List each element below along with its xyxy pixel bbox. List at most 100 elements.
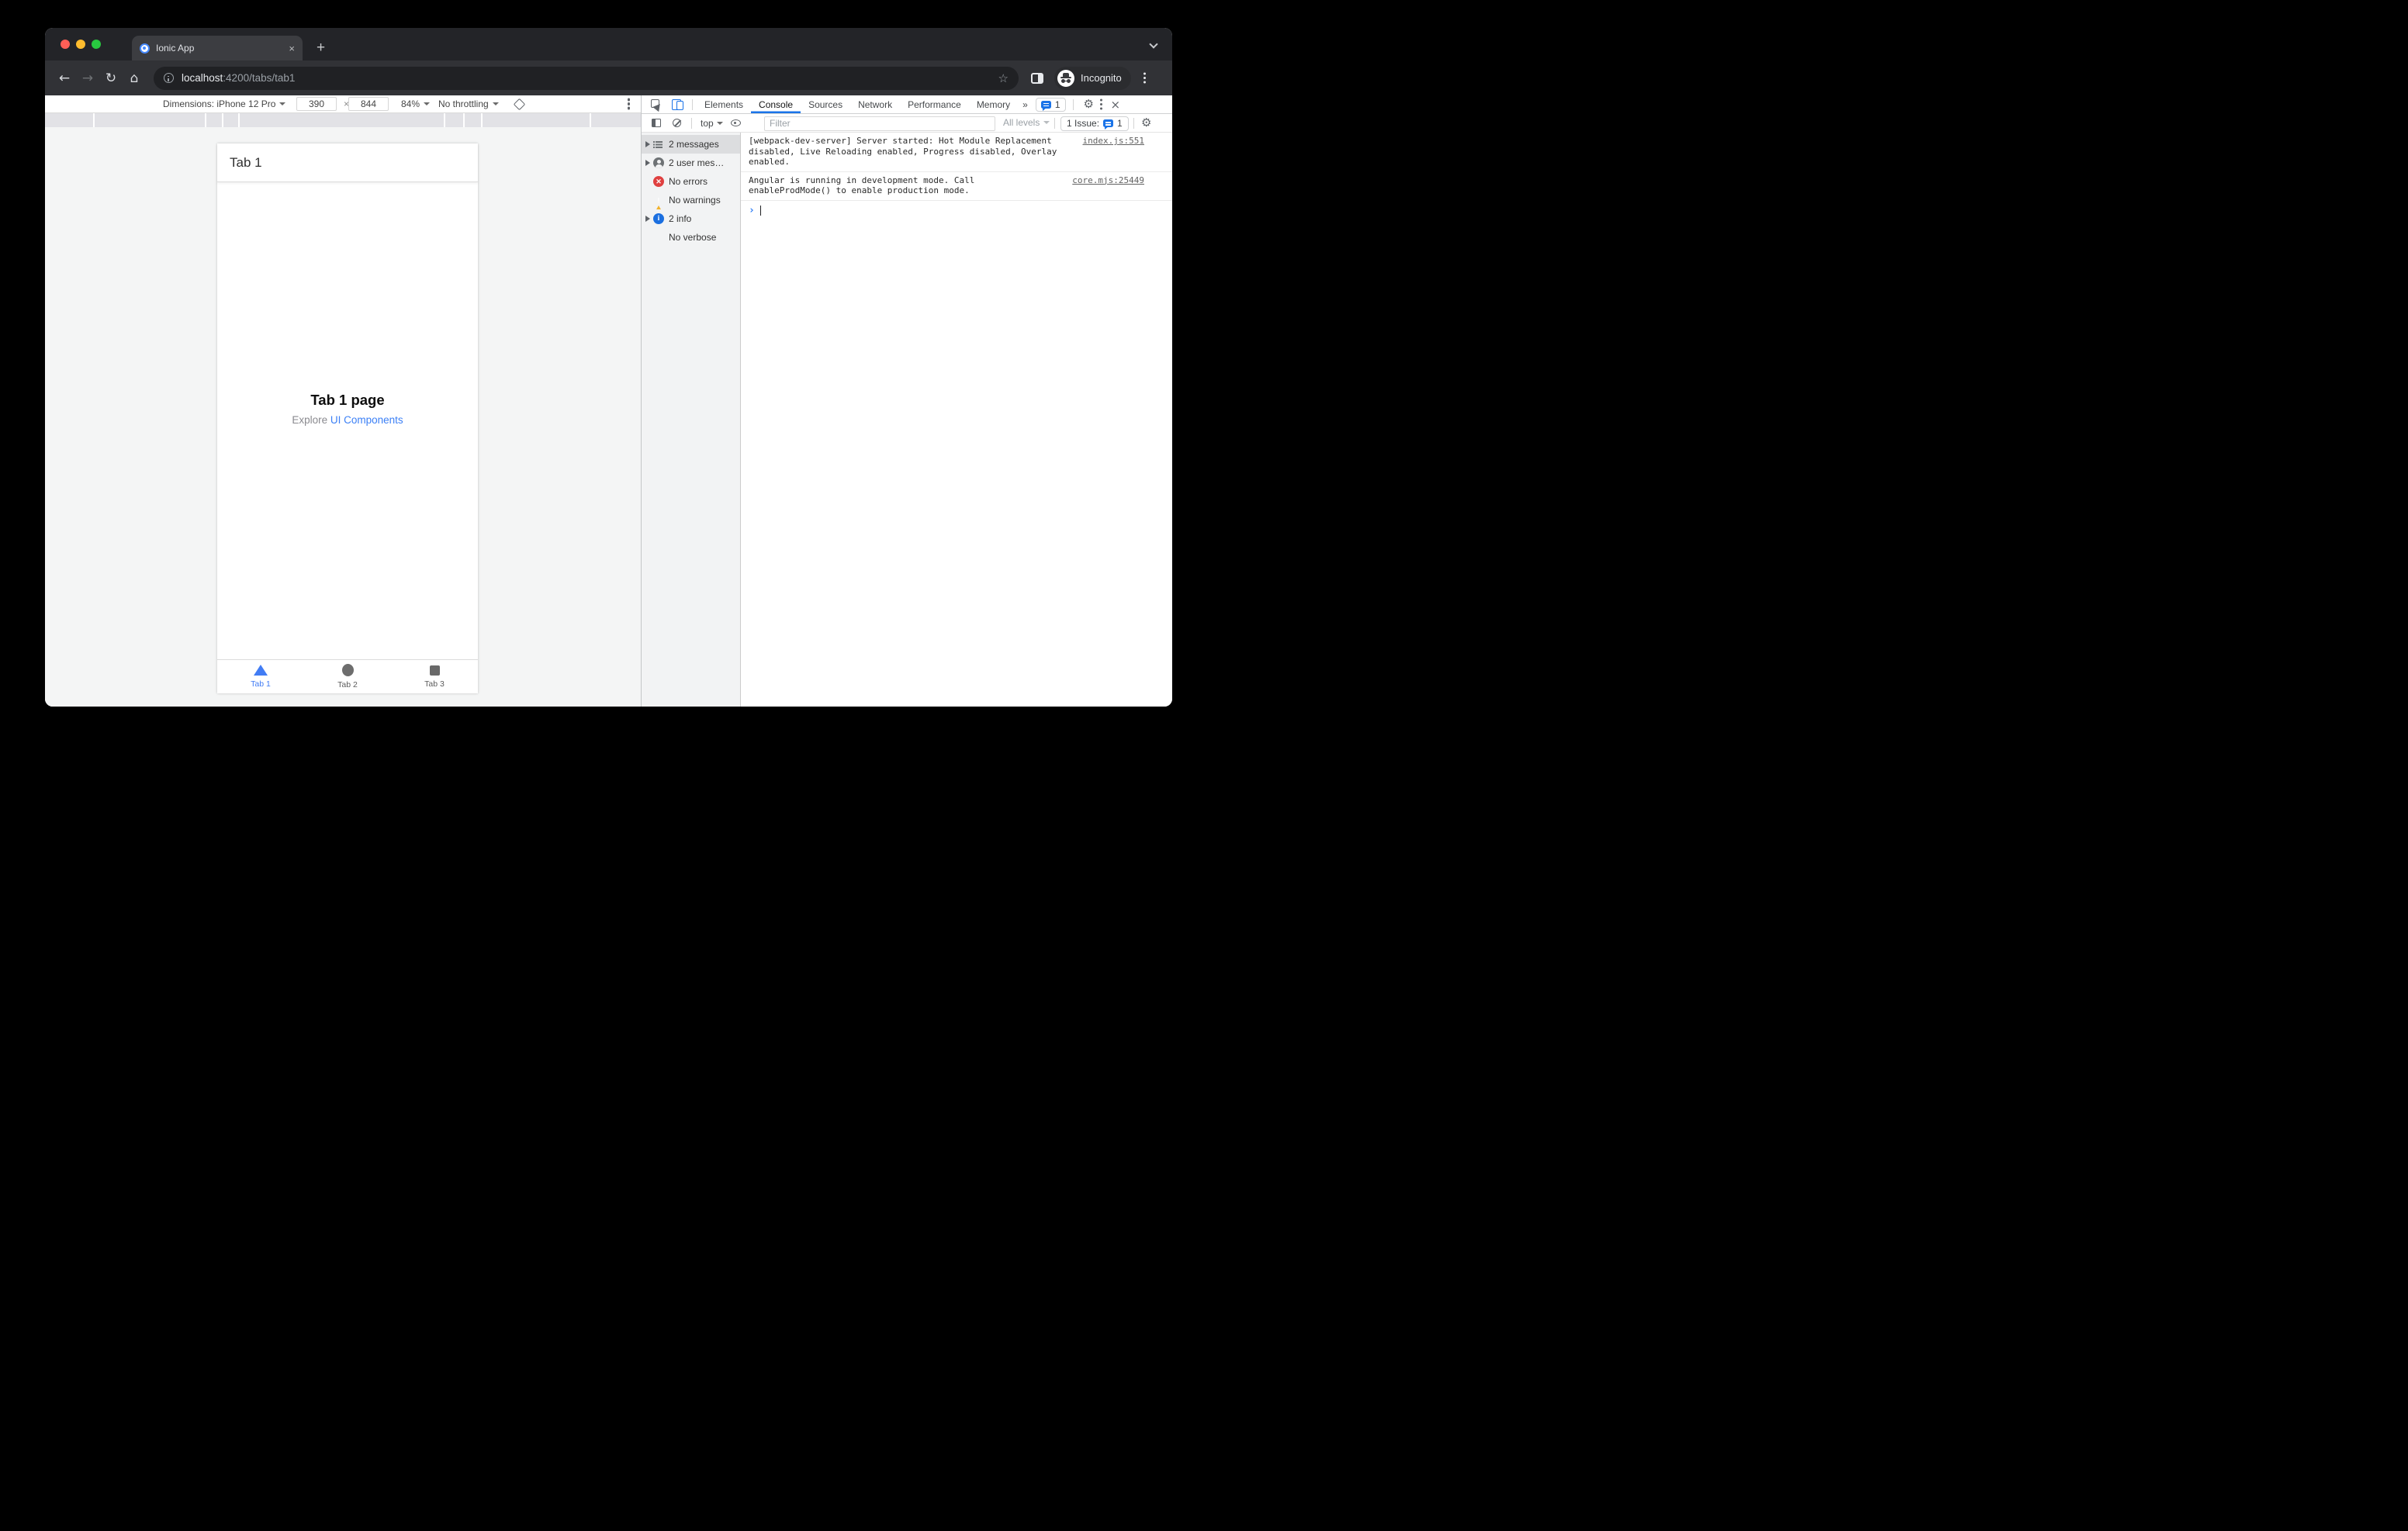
device-dimensions-select[interactable]: Dimensions: iPhone 12 Pro <box>163 95 286 112</box>
site-info-icon[interactable] <box>164 73 174 83</box>
ui-components-link[interactable]: UI Components <box>330 414 403 426</box>
home-icon[interactable]: ⌂ <box>123 71 146 86</box>
app-tab-label: Tab 1 <box>251 679 271 689</box>
console-filter-input[interactable] <box>764 116 995 131</box>
sidebar-item-verbose[interactable]: No verbose <box>642 228 740 247</box>
device-width-input[interactable] <box>296 97 337 111</box>
address-bar[interactable]: localhost:4200/tabs/tab1 ☆ <box>154 66 1019 90</box>
live-expression-eye-icon[interactable] <box>730 119 741 126</box>
sidebar-item-user-messages[interactable]: 2 user mes… <box>642 154 740 172</box>
page-center-block: Tab 1 page Explore UI Components <box>217 392 478 426</box>
disclosure-triangle-icon[interactable] <box>645 160 650 166</box>
device-mode-icon[interactable] <box>672 98 683 110</box>
tab-search-chevron-icon[interactable] <box>1149 40 1158 49</box>
window-controls <box>61 40 101 49</box>
console-prompt[interactable]: › <box>741 201 1172 220</box>
console-message: Angular is running in development mode. … <box>741 172 1172 201</box>
console-source-link[interactable]: core.mjs:25449 <box>1072 175 1144 186</box>
prompt-chevron-icon: › <box>749 204 755 216</box>
emulated-page: Tab 1 Tab 1 page Explore UI Components T… <box>217 143 478 693</box>
sidebar-item-label: No warnings <box>669 195 721 206</box>
main-content: Dimensions: iPhone 12 Pro × 84% No throt… <box>45 95 1172 707</box>
issues-counter-button[interactable]: 1 <box>1035 97 1066 112</box>
browser-tab-ionic-app[interactable]: Ionic App × <box>132 36 303 60</box>
device-zoom-select[interactable]: 84% <box>401 95 431 112</box>
issue-count: 1 <box>1117 118 1123 129</box>
console-toolbar: top All levels 1 Issue: 1 ⚙ <box>642 114 1172 133</box>
tab-close-icon[interactable]: × <box>289 43 295 54</box>
clear-console-icon[interactable] <box>673 119 681 127</box>
tab-strip: Ionic App × + <box>45 28 1172 60</box>
side-panel-icon[interactable] <box>1031 72 1043 84</box>
separator <box>1133 118 1134 129</box>
devtools-settings-icon[interactable]: ⚙ <box>1084 98 1094 110</box>
separator <box>1054 118 1055 129</box>
browser-menu-icon[interactable] <box>1143 76 1147 80</box>
media-query-ruler <box>45 113 641 127</box>
new-tab-icon[interactable]: + <box>317 36 325 59</box>
chevron-down-icon <box>279 102 286 105</box>
text-cursor <box>759 205 761 216</box>
disclosure-triangle-icon[interactable] <box>645 216 650 222</box>
console-messages: [webpack-dev-server] Server started: Hot… <box>741 133 1172 707</box>
device-toolbar-menu-icon[interactable] <box>627 95 630 112</box>
reload-icon[interactable]: ↻ <box>99 71 123 86</box>
sidebar-item-warnings[interactable]: No warnings <box>642 191 740 209</box>
issue-label: 1 Issue: <box>1067 118 1100 129</box>
url-path: :4200/tabs/tab1 <box>223 72 296 84</box>
separator <box>692 98 693 110</box>
app-tab-1[interactable]: Tab 1 <box>217 660 304 693</box>
bookmark-star-icon[interactable]: ☆ <box>998 71 1009 85</box>
tab-performance[interactable]: Performance <box>900 95 969 113</box>
maximize-window-button[interactable] <box>92 40 101 49</box>
triangle-icon <box>254 665 268 676</box>
console-message-text: Angular is running in development mode. … <box>749 175 975 196</box>
tab-elements[interactable]: Elements <box>697 95 751 113</box>
log-levels-label: All levels <box>1003 117 1040 128</box>
url-text: localhost:4200/tabs/tab1 <box>182 72 295 84</box>
device-throttling-select[interactable]: No throttling <box>438 95 499 112</box>
back-icon[interactable]: ← <box>53 71 76 86</box>
forward-icon[interactable]: → <box>76 71 99 86</box>
inspect-element-icon[interactable] <box>651 98 662 110</box>
close-window-button[interactable] <box>61 40 70 49</box>
console-sidebar: 2 messages 2 user mes… ✕ No errors ! No … <box>642 133 741 707</box>
url-host: localhost <box>182 72 223 84</box>
issues-button[interactable]: 1 Issue: 1 <box>1060 116 1129 131</box>
device-height-input[interactable] <box>348 97 389 111</box>
rotate-device-icon[interactable] <box>513 95 526 112</box>
console-message: [webpack-dev-server] Server started: Hot… <box>741 133 1172 172</box>
sidebar-item-label: No errors <box>669 176 708 187</box>
console-settings-icon[interactable]: ⚙ <box>1141 117 1151 129</box>
tab-console[interactable]: Console <box>751 95 801 113</box>
user-icon <box>653 157 664 168</box>
device-throttling-value: No throttling <box>438 98 489 109</box>
tab-network[interactable]: Network <box>850 95 900 113</box>
log-levels-select[interactable]: All levels <box>1003 117 1050 128</box>
console-source-link[interactable]: index.js:551 <box>1083 136 1144 147</box>
sidebar-item-messages[interactable]: 2 messages <box>642 135 740 154</box>
disclosure-triangle-icon[interactable] <box>645 141 650 147</box>
sidebar-item-label: No verbose <box>669 232 717 243</box>
tab-memory[interactable]: Memory <box>969 95 1018 113</box>
app-tab-3[interactable]: Tab 3 <box>391 660 478 693</box>
app-tab-2[interactable]: Tab 2 <box>304 660 391 693</box>
devtools-menu-icon[interactable] <box>1099 102 1103 106</box>
minimize-window-button[interactable] <box>76 40 85 49</box>
console-context-select[interactable]: top <box>701 118 714 129</box>
tab-sources[interactable]: Sources <box>801 95 850 113</box>
issues-count: 1 <box>1054 98 1060 110</box>
incognito-icon <box>1057 69 1074 87</box>
sidebar-item-info[interactable]: i 2 info <box>642 209 740 228</box>
explore-text: Explore <box>292 414 330 426</box>
app-content: Tab 1 page Explore UI Components <box>217 182 478 659</box>
device-panel: Dimensions: iPhone 12 Pro × 84% No throt… <box>45 95 642 707</box>
chevron-down-icon <box>716 121 723 125</box>
console-sidebar-toggle-icon[interactable] <box>652 119 661 127</box>
emulated-viewport: Tab 1 Tab 1 page Explore UI Components T… <box>45 127 641 707</box>
issues-bubble-icon <box>1103 119 1114 130</box>
sidebar-item-errors[interactable]: ✕ No errors <box>642 172 740 191</box>
devtools-close-icon[interactable]: × <box>1110 98 1120 112</box>
more-tabs-icon[interactable]: » <box>1018 95 1033 113</box>
separator <box>1072 98 1074 110</box>
